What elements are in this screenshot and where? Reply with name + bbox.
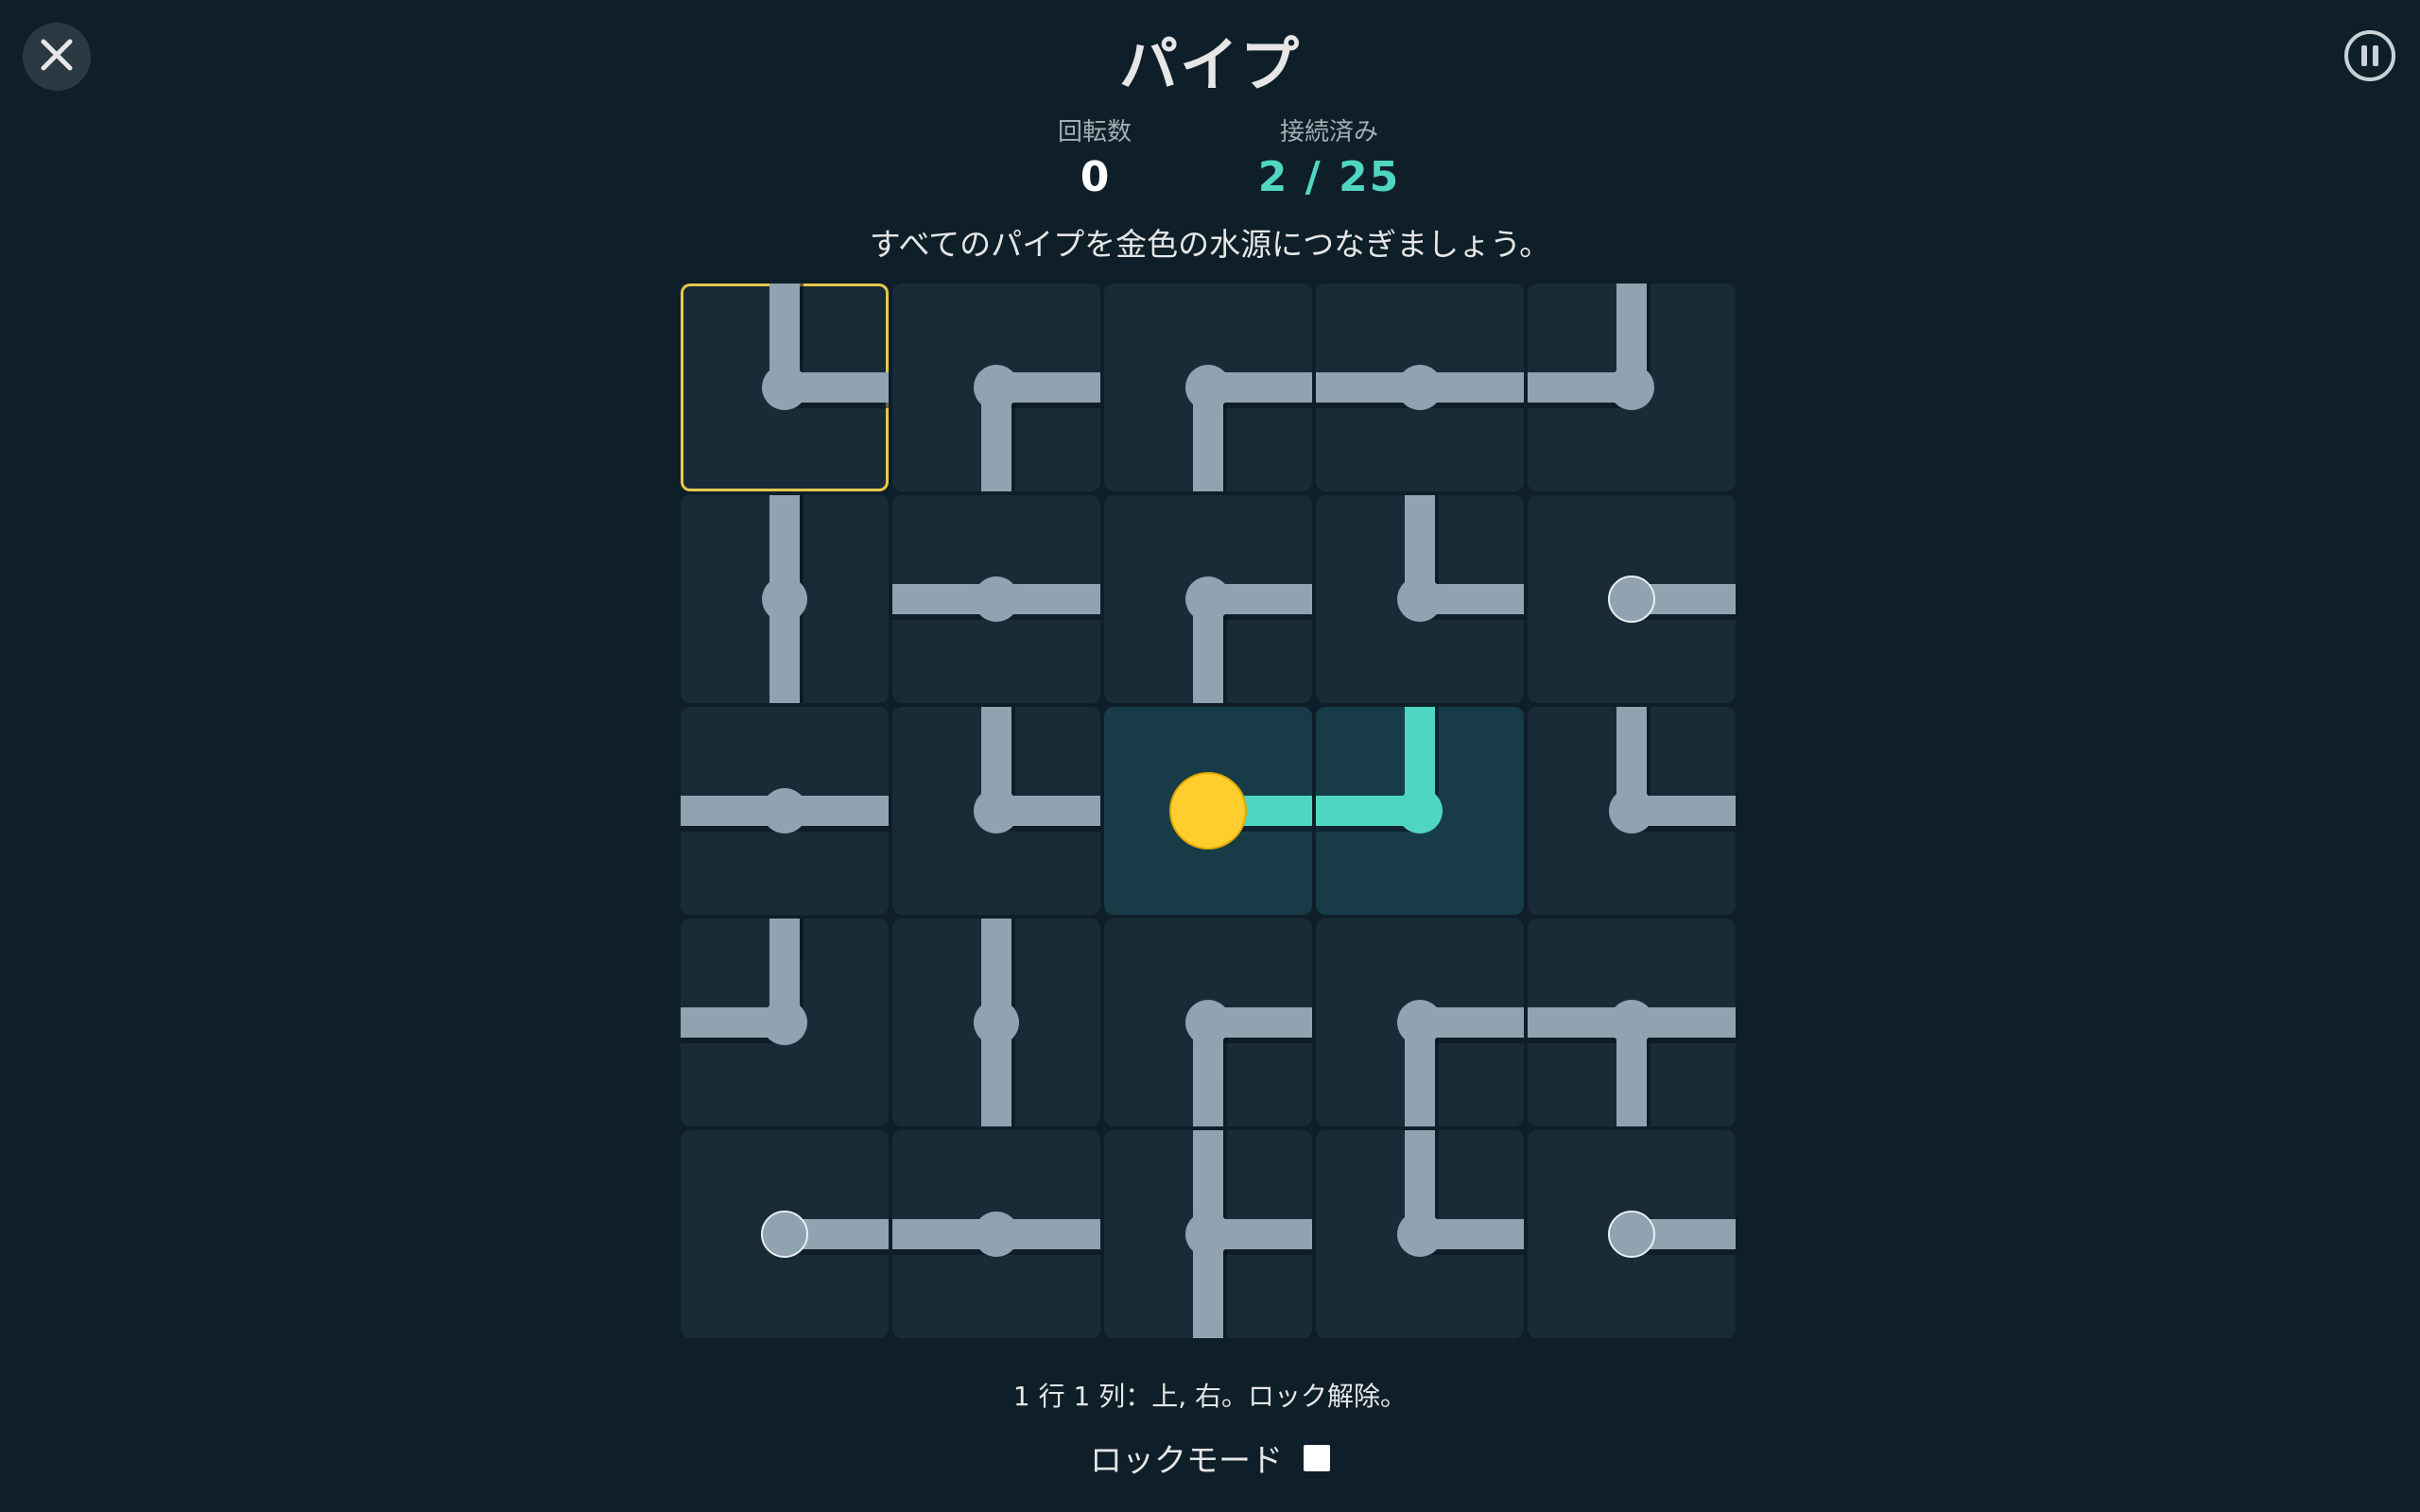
pipe-joint <box>974 1000 1019 1045</box>
pipe-joint <box>974 1211 1019 1257</box>
pipe-graphic <box>1397 495 1524 622</box>
pipe-graphic <box>762 284 889 410</box>
pipe-endpoint <box>761 1211 808 1258</box>
pipe-tile[interactable] <box>681 919 889 1126</box>
pipe-graphic <box>974 365 1100 491</box>
pipe-tile[interactable] <box>1104 707 1312 915</box>
pipe-tile[interactable] <box>1104 919 1312 1126</box>
pipe-tile[interactable] <box>1528 495 1736 703</box>
pipe-graphic <box>1185 576 1312 703</box>
pipe-joint <box>1609 1000 1654 1045</box>
pipe-joint <box>1397 1000 1443 1045</box>
pipe-joint <box>974 365 1019 410</box>
pipe-tile[interactable] <box>1104 495 1312 703</box>
pipe-graphic <box>892 576 1100 622</box>
pipe-joint <box>1185 576 1231 622</box>
pipe-tile[interactable] <box>1528 707 1736 915</box>
pipe-graphic <box>1316 365 1524 410</box>
pipe-graphic <box>681 919 807 1045</box>
pipe-joint <box>1609 788 1654 833</box>
pipe-joint <box>974 576 1019 622</box>
lock-mode-label: ロックモード <box>1090 1442 1283 1480</box>
pipe-tile[interactable] <box>1528 284 1736 491</box>
pipe-graphic <box>1608 576 1736 623</box>
pipe-joint <box>762 1000 807 1045</box>
pipe-tile[interactable] <box>892 707 1100 915</box>
pipe-joint <box>1185 1211 1231 1257</box>
pipe-tile[interactable] <box>1528 919 1736 1126</box>
pipe-graphic <box>1185 1130 1312 1338</box>
pipe-tile[interactable] <box>892 919 1100 1126</box>
pipe-joint <box>1397 365 1443 410</box>
pipe-graphic <box>1169 772 1312 850</box>
pipe-graphic <box>892 1211 1100 1257</box>
pipe-graphic <box>1528 1000 1736 1126</box>
page-title: パイプ <box>1118 30 1301 99</box>
lock-mode-row: ロックモード <box>0 1435 2420 1481</box>
pipe-graphic <box>681 788 889 833</box>
pipe-graphic <box>1397 1130 1524 1257</box>
pipe-graphic <box>1397 1000 1524 1126</box>
pipe-graphic <box>1185 365 1312 491</box>
pipe-tile[interactable] <box>1316 919 1524 1126</box>
pipe-tile[interactable] <box>1316 707 1524 915</box>
pipe-tile[interactable] <box>681 1130 889 1338</box>
pipe-endpoint <box>1608 1211 1655 1258</box>
pipe-graphic <box>1528 284 1654 410</box>
lock-mode-checkbox[interactable] <box>1304 1444 1330 1471</box>
pipe-graphic <box>1609 707 1736 833</box>
pipe-tile[interactable] <box>1316 495 1524 703</box>
pipe-tile[interactable] <box>892 1130 1100 1338</box>
pipe-tile[interactable] <box>681 284 889 491</box>
pipe-graphic <box>974 707 1100 833</box>
instruction-text: すべてのパイプを金色の水源につなぎましょう。 <box>869 226 1551 263</box>
pipe-joint <box>762 788 807 833</box>
pipe-graphic <box>1185 1000 1312 1126</box>
pipe-joint <box>1185 1000 1231 1045</box>
pipe-tile[interactable] <box>892 495 1100 703</box>
pipe-tile[interactable] <box>1316 284 1524 491</box>
selection-status: 1 行 1 列：上, 右。ロック解除。 <box>1012 1381 1408 1412</box>
game-screen: パイプ 回転数 0 接続済み 2 / 25 すべてのパイプを金色の水源につなぎま… <box>0 0 2420 1512</box>
pipe-tile[interactable] <box>681 707 889 915</box>
pipe-endpoint <box>1608 576 1655 623</box>
pipe-joint <box>1397 576 1443 622</box>
water-source <box>1169 772 1247 850</box>
pipe-graphic <box>974 919 1019 1126</box>
pipe-joint <box>1185 365 1231 410</box>
pipe-joint <box>762 365 807 410</box>
pipe-tile[interactable] <box>1104 1130 1312 1338</box>
pipe-joint <box>1609 365 1654 410</box>
pipe-tile[interactable] <box>681 495 889 703</box>
pipe-tile[interactable] <box>1104 284 1312 491</box>
pipe-graphic <box>1316 707 1443 833</box>
pipe-graphic <box>762 495 807 703</box>
pipe-graphic <box>761 1211 889 1258</box>
connected-stat: 接続済み 2 / 25 <box>1187 115 1471 204</box>
connected-value: 2 / 25 <box>1257 153 1401 201</box>
pipe-joint <box>1397 788 1443 833</box>
connected-label: 接続済み <box>1279 118 1378 146</box>
pipe-tile[interactable] <box>892 284 1100 491</box>
pipe-joint <box>1397 1211 1443 1257</box>
pipe-board <box>681 284 1739 1342</box>
pipe-tile[interactable] <box>1528 1130 1736 1338</box>
pipe-joint <box>762 576 807 622</box>
pipe-graphic <box>1608 1211 1736 1258</box>
pipe-tile[interactable] <box>1316 1130 1524 1338</box>
pipe-joint <box>974 788 1019 833</box>
